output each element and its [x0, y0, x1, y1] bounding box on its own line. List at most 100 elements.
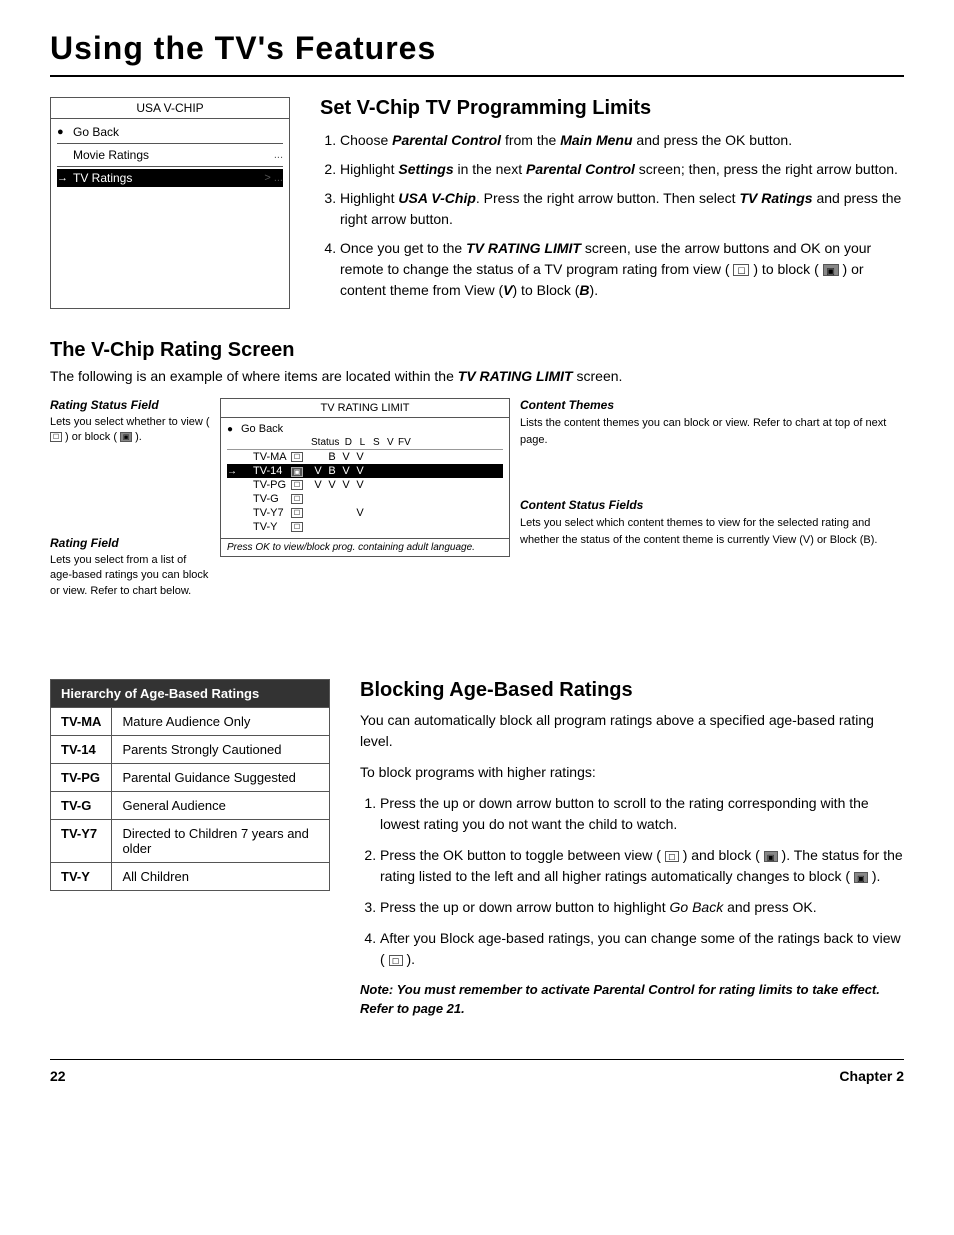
content-status-body: Lets you select which content themes to …: [520, 515, 904, 548]
tv-goback-label: Go Back: [241, 423, 283, 435]
tv-ma-v: V: [353, 451, 367, 463]
desc-tv-y: All Children: [112, 862, 330, 890]
set-vchip-step-3: Highlight USA V-Chip. Press the right ar…: [340, 188, 904, 230]
vchip-tv-dots: > ...: [264, 172, 283, 184]
rating-status-field-body: Lets you select whether to view ( ☐ ) or…: [50, 415, 210, 446]
tv-rating-box-body: ● Go Back Status D L S V FV: [221, 418, 509, 538]
tv-rating-box-title: TV RATING LIMIT: [221, 399, 509, 418]
tv-circle-icon: ●: [227, 424, 241, 435]
tv-y7-row: TV-Y7 ☐ V: [227, 506, 503, 520]
vchip-movie-label: Movie Ratings: [73, 148, 274, 162]
vchip-tv-label: TV Ratings: [73, 171, 264, 185]
footer-chapter: Chapter 2: [839, 1068, 904, 1084]
tv-14-v: V: [353, 465, 367, 477]
table-row: TV-G General Audience: [51, 791, 330, 819]
vchip-rating-section: The V-Chip Rating Screen The following i…: [50, 339, 904, 659]
blocking-step-2: Press the OK button to toggle between vi…: [380, 845, 904, 887]
menu-spacer: [57, 187, 283, 205]
tv-14-d: V: [311, 465, 325, 477]
vchip-goback-label: Go Back: [73, 125, 283, 139]
tv-y-icon: ☐: [291, 521, 311, 533]
page-footer: 22 Chapter 2: [50, 1059, 904, 1084]
menu-separator2: [57, 166, 283, 167]
circle-icon: ●: [57, 126, 73, 138]
rating-tv-pg: TV-PG: [51, 763, 112, 791]
tv-ma-label: TV-MA: [253, 451, 291, 463]
desc-tv-pg: Parental Guidance Suggested: [112, 763, 330, 791]
tv-y7-label: TV-Y7: [253, 507, 291, 519]
table-row: TV-PG Parental Guidance Suggested: [51, 763, 330, 791]
tv-y-row: TV-Y ☐: [227, 520, 503, 534]
blocking-step-4: After you Block age-based ratings, you c…: [380, 928, 904, 970]
blocking-steps: Press the up or down arrow button to scr…: [360, 793, 904, 970]
tv-pg-v: V: [353, 479, 367, 491]
rating-field-title: Rating Field: [50, 536, 210, 550]
page-title: Using the TV's Features: [50, 30, 904, 77]
set-vchip-step-1: Choose Parental Control from the Main Me…: [340, 130, 904, 151]
tv-14-row: → TV-14 ▣ V B V V: [227, 464, 503, 478]
blocking-intro1: You can automatically block all program …: [360, 710, 904, 752]
rating-left-annotations: Rating Status Field Lets you select whet…: [50, 398, 210, 659]
view-icon-block4: ☐: [389, 955, 403, 966]
tv-g-icon: ☐: [291, 493, 311, 505]
vchip-menu-row-goback: ● Go Back: [57, 123, 283, 141]
bottom-section: Hierarchy of Age-Based Ratings TV-MA Mat…: [50, 679, 904, 1029]
blocking-step-3: Press the up or down arrow button to hig…: [380, 897, 904, 918]
menu-separator: [57, 143, 283, 144]
tv-col-v: V: [383, 437, 397, 448]
tv-pg-row: TV-PG ☐ V V V V: [227, 478, 503, 492]
view-icon-inline: ☐: [733, 264, 749, 276]
desc-tv-ma: Mature Audience Only: [112, 707, 330, 735]
tv-14-s: V: [339, 465, 353, 477]
top-section: USA V-CHIP ● Go Back Movie Ratings ... →…: [50, 97, 904, 309]
rating-right-annotations: Content Themes Lists the content themes …: [520, 398, 904, 568]
vchip-menu-row-movie: Movie Ratings ...: [57, 146, 283, 164]
table-row: TV-14 Parents Strongly Cautioned: [51, 735, 330, 763]
block-icon-left: ▣: [120, 432, 132, 442]
desc-tv-14: Parents Strongly Cautioned: [112, 735, 330, 763]
rating-tv-ma: TV-MA: [51, 707, 112, 735]
tv-14-l: B: [325, 465, 339, 477]
tv-rating-footer: Press OK to view/block prog. containing …: [221, 538, 509, 556]
blocking-note: Note: You must remember to activate Pare…: [360, 980, 904, 1019]
content-status-annotation: Content Status Fields Lets you select wh…: [520, 498, 904, 548]
vchip-menu-row-tv: → TV Ratings > ...: [57, 169, 283, 187]
tv-14-label: TV-14: [253, 465, 291, 477]
tv-14-arrow: →: [227, 466, 239, 477]
content-themes-body: Lists the content themes you can block o…: [520, 415, 904, 448]
tv-ma-icon: ☐: [291, 451, 311, 463]
rating-tv-y: TV-Y: [51, 862, 112, 890]
tv-g-row: TV-G ☐: [227, 492, 503, 506]
tv-rating-box: TV RATING LIMIT ● Go Back Status D L S: [220, 398, 510, 557]
content-themes-annotation: Content Themes Lists the content themes …: [520, 398, 904, 448]
tv-y7-icon: ☐: [291, 507, 311, 519]
selected-arrow-icon: →: [57, 172, 73, 184]
age-ratings-container: Hierarchy of Age-Based Ratings TV-MA Mat…: [50, 679, 330, 1029]
content-status-title: Content Status Fields: [520, 498, 904, 512]
set-vchip-heading: Set V-Chip TV Programming Limits: [320, 97, 904, 120]
table-row: TV-Y All Children: [51, 862, 330, 890]
tv-col-fv: FV: [397, 437, 411, 448]
blocking-step-1: Press the up or down arrow button to scr…: [380, 793, 904, 835]
tv-pg-label: TV-PG: [253, 479, 291, 491]
block-icon-block2: ▣: [764, 851, 778, 862]
tv-pg-s: V: [339, 479, 353, 491]
rating-tv-y7: TV-Y7: [51, 819, 112, 862]
tv-14-icon: ▣: [291, 465, 311, 477]
desc-tv-y7: Directed to Children 7 years and older: [112, 819, 330, 862]
blocking-intro2: To block programs with higher ratings:: [360, 762, 904, 783]
right-spacer: [520, 468, 904, 498]
footer-page-number: 22: [50, 1068, 66, 1084]
age-ratings-table: Hierarchy of Age-Based Ratings TV-MA Mat…: [50, 679, 330, 891]
rating-diagram: Rating Status Field Lets you select whet…: [50, 398, 904, 659]
vchip-menu-body: ● Go Back Movie Ratings ... → TV Ratings…: [51, 119, 289, 209]
tv-col-d: D: [341, 437, 355, 448]
vchip-movie-dots: ...: [274, 149, 283, 161]
tv-goback-row: ● Go Back: [227, 422, 503, 436]
annotation-spacer: [50, 506, 210, 536]
blocking-section: Blocking Age-Based Ratings You can autom…: [360, 679, 904, 1029]
rating-status-field-title: Rating Status Field: [50, 398, 210, 412]
content-themes-title: Content Themes: [520, 398, 904, 412]
age-ratings-table-header: Hierarchy of Age-Based Ratings: [51, 679, 330, 707]
tv-col-l: L: [355, 437, 369, 448]
